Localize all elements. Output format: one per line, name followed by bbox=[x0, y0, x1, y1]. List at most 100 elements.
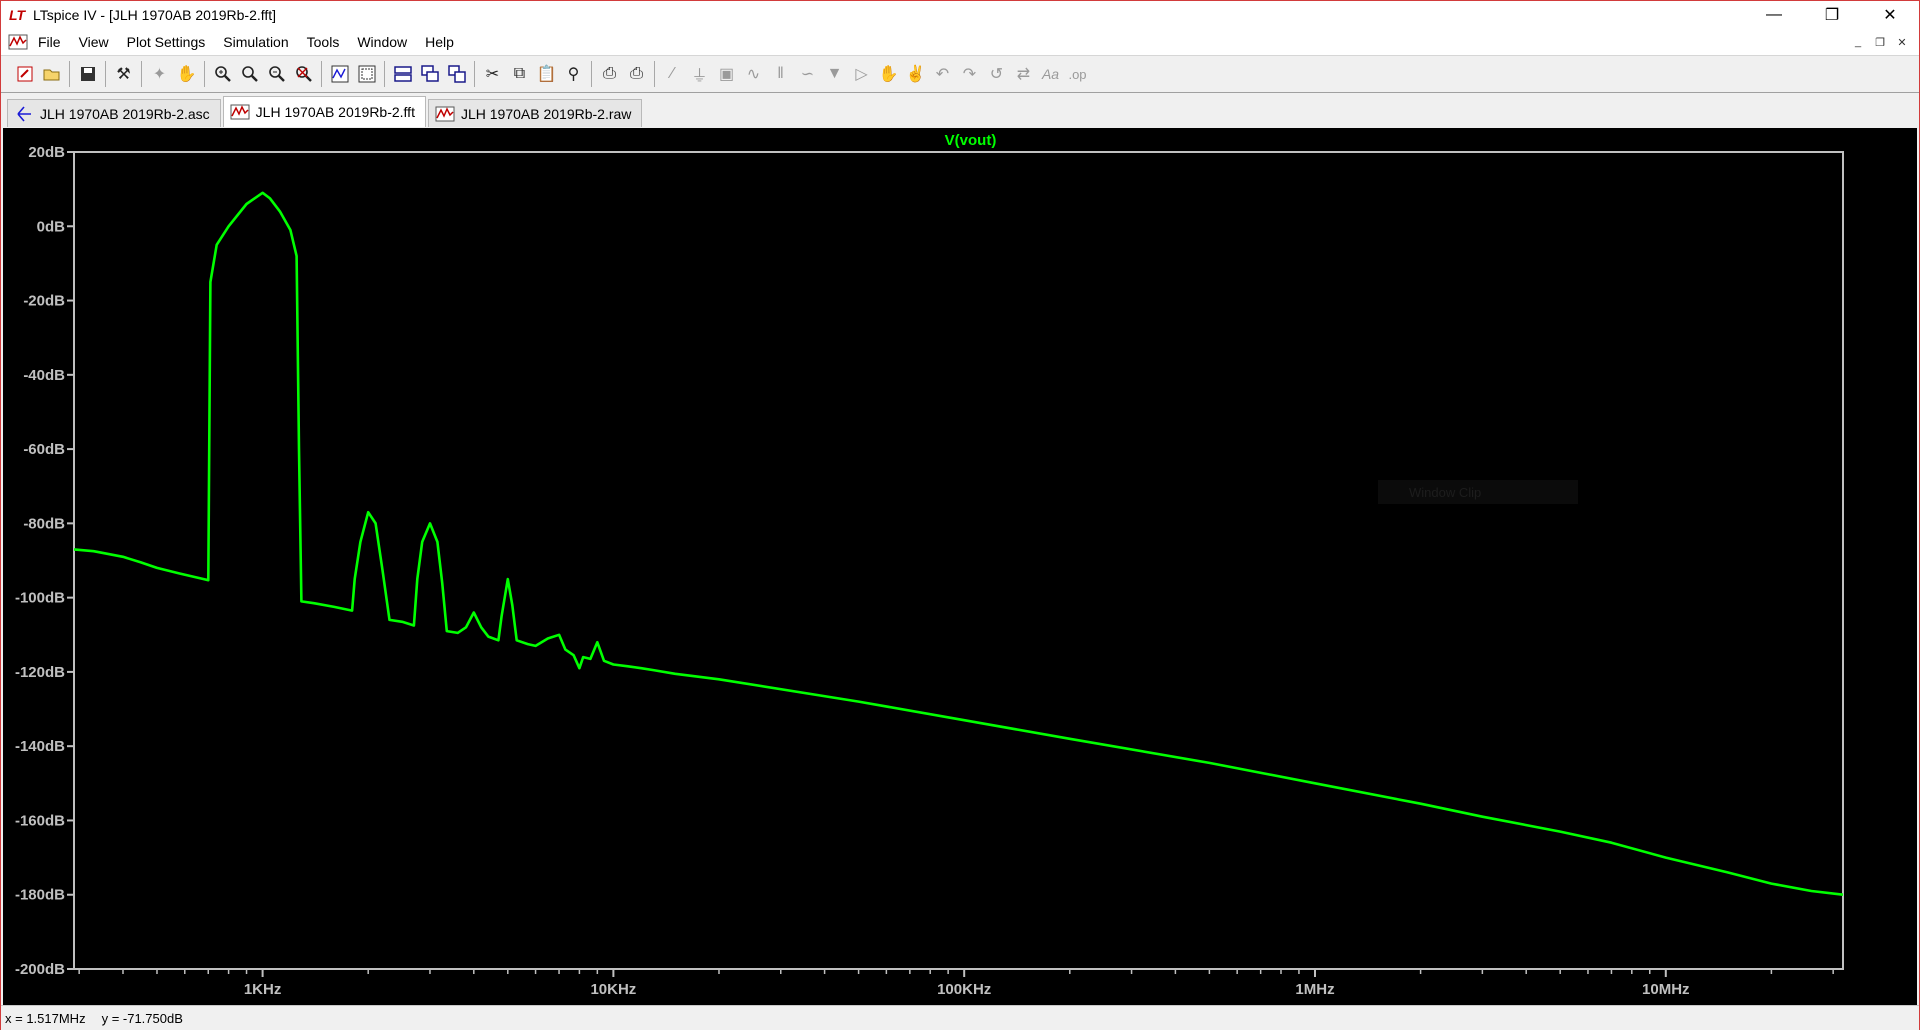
menu-tools[interactable]: Tools bbox=[298, 29, 349, 55]
open-icon[interactable] bbox=[38, 61, 65, 88]
fft-chart[interactable]: 20dB 0dB -20dB -40dB -60dB -80dB -100dB -120dB -… bbox=[3, 128, 1917, 1005]
toolbar: ⚒ ✦ ✋ ✂ ⧉ 📋 ⚲ ⎙ ⎙ ∕ ⏚ ▣ ∿ ‖ ∽ ▼ ▷ ✋ ✌ ↶ bbox=[1, 55, 1919, 93]
tab-label: JLH 1970AB 2019Rb-2.fft bbox=[255, 104, 415, 120]
copy-icon[interactable]: ⧉ bbox=[506, 61, 533, 88]
tab-raw[interactable]: JLH 1970AB 2019Rb-2.raw bbox=[427, 99, 643, 127]
diode-icon[interactable]: ▼ bbox=[821, 61, 848, 88]
toolbar-separator bbox=[69, 61, 70, 87]
wire-icon[interactable]: ∕ bbox=[659, 61, 686, 88]
halt-icon[interactable]: ✋ bbox=[173, 61, 200, 88]
document-waveform-icon[interactable] bbox=[7, 33, 29, 51]
toolbar-separator bbox=[654, 61, 655, 87]
status-bar: x = 1.517MHz y = -71.750dB bbox=[1, 1005, 1919, 1030]
tab-fft[interactable]: JLH 1970AB 2019Rb-2.fft bbox=[222, 96, 426, 127]
redo-icon[interactable]: ↷ bbox=[956, 61, 983, 88]
menu-window[interactable]: Window bbox=[348, 29, 416, 55]
zoom-in-icon[interactable] bbox=[209, 61, 236, 88]
zoom-area-icon[interactable] bbox=[236, 61, 263, 88]
y-tick-label: -160dB bbox=[15, 812, 65, 829]
cursor-y-readout: y = -71.750dB bbox=[101, 1010, 183, 1026]
cut-icon[interactable]: ✂ bbox=[479, 61, 506, 88]
text-icon[interactable]: Aa bbox=[1037, 61, 1064, 88]
minimize-button[interactable]: — bbox=[1745, 1, 1803, 29]
x-tick-label: 10KHz bbox=[590, 981, 636, 998]
cascade-icon[interactable] bbox=[416, 61, 443, 88]
resistor-icon[interactable]: ∿ bbox=[740, 61, 767, 88]
save-icon[interactable] bbox=[74, 61, 101, 88]
y-tick-label: -140dB bbox=[15, 738, 65, 755]
paste-icon[interactable]: 📋 bbox=[533, 61, 560, 88]
watermark-window-clip: Window Clip bbox=[1378, 480, 1578, 504]
zoom-cancel-icon[interactable] bbox=[290, 61, 317, 88]
x-tick-label: 1MHz bbox=[1295, 981, 1334, 998]
undo-icon[interactable]: ↶ bbox=[929, 61, 956, 88]
tab-label: JLH 1970AB 2019Rb-2.asc bbox=[40, 105, 210, 122]
capacitor-icon[interactable]: ‖ bbox=[767, 61, 794, 88]
zoom-out-icon[interactable] bbox=[263, 61, 290, 88]
mdi-controls: _ ❐ ✕ bbox=[1847, 29, 1913, 55]
y-tick-label: -180dB bbox=[15, 887, 65, 904]
menu-simulation[interactable]: Simulation bbox=[214, 29, 297, 55]
toolbar-separator bbox=[204, 61, 205, 87]
trace-vout bbox=[73, 191, 1844, 896]
find-icon[interactable]: ⚲ bbox=[560, 61, 587, 88]
menu-help[interactable]: Help bbox=[416, 29, 463, 55]
mdi-close-button[interactable]: ✕ bbox=[1891, 36, 1913, 49]
x-tick-label: 100KHz bbox=[937, 981, 991, 998]
drag-icon[interactable]: ✌ bbox=[902, 61, 929, 88]
component-icon[interactable]: ▷ bbox=[848, 61, 875, 88]
cursor-x-readout: x = 1.517MHz bbox=[5, 1010, 86, 1026]
toolbar-separator bbox=[384, 61, 385, 87]
move-icon[interactable]: ✋ bbox=[875, 61, 902, 88]
waveform-plot-pane[interactable]: 20dB 0dB -20dB -40dB -60dB -80dB -100dB -120dB -… bbox=[3, 128, 1917, 1005]
menu-bar: File View Plot Settings Simulation Tools… bbox=[1, 29, 1919, 55]
new-schematic-icon[interactable] bbox=[11, 61, 38, 88]
tab-schematic[interactable]: JLH 1970AB 2019Rb-2.asc bbox=[7, 99, 221, 127]
print-icon[interactable]: ⎙ bbox=[623, 61, 650, 88]
label-icon[interactable]: ▣ bbox=[713, 61, 740, 88]
ground-icon[interactable]: ⏚ bbox=[686, 61, 713, 88]
close-button[interactable]: ✕ bbox=[1861, 1, 1919, 29]
toolbar-separator bbox=[591, 61, 592, 87]
autorange-icon[interactable] bbox=[326, 61, 353, 88]
inductor-icon[interactable]: ∽ bbox=[794, 61, 821, 88]
tile-vertical-icon[interactable] bbox=[443, 61, 470, 88]
zoom-fit-icon[interactable] bbox=[353, 61, 380, 88]
menu-view[interactable]: View bbox=[70, 29, 118, 55]
menu-file[interactable]: File bbox=[29, 29, 70, 55]
toolbar-separator bbox=[474, 61, 475, 87]
waveform-icon bbox=[230, 103, 250, 121]
y-tick-label: -60dB bbox=[23, 441, 65, 458]
mdi-minimize-button[interactable]: _ bbox=[1847, 36, 1869, 48]
document-tabs: JLH 1970AB 2019Rb-2.asc JLH 1970AB 2019R… bbox=[1, 93, 1919, 127]
window-controls: — ❐ ✕ bbox=[1745, 1, 1919, 29]
run-icon[interactable]: ✦ bbox=[146, 61, 173, 88]
toolbar-separator bbox=[141, 61, 142, 87]
y-tick-label: -80dB bbox=[23, 515, 65, 532]
y-tick-label: -40dB bbox=[23, 367, 65, 384]
trace-label-vout[interactable]: V(vout) bbox=[945, 132, 997, 149]
x-tick-label: 10MHz bbox=[1642, 981, 1690, 998]
plot-frame bbox=[73, 151, 1844, 970]
menu-plot-settings[interactable]: Plot Settings bbox=[118, 29, 215, 55]
app-window: LT LTspice IV - [JLH 1970AB 2019Rb-2.fft… bbox=[0, 0, 1920, 1030]
mdi-restore-button[interactable]: ❐ bbox=[1869, 36, 1891, 49]
y-tick-label: -100dB bbox=[15, 590, 65, 607]
y-tick-label: -200dB bbox=[15, 961, 65, 978]
toolbar-separator bbox=[321, 61, 322, 87]
toolbar-separator bbox=[105, 61, 106, 87]
spice-directive-icon[interactable]: .op bbox=[1064, 61, 1091, 88]
tab-label: JLH 1970AB 2019Rb-2.raw bbox=[460, 105, 632, 122]
print-preview-icon[interactable]: ⎙ bbox=[596, 61, 623, 88]
mirror-icon[interactable]: ⇄ bbox=[1010, 61, 1037, 88]
x-axis: 1KHz 10KHz 100KHz 1MHz 10MHz bbox=[78, 969, 1834, 998]
y-tick-label: -120dB bbox=[15, 664, 65, 681]
tile-horizontal-icon[interactable] bbox=[389, 61, 416, 88]
rotate-icon[interactable]: ↺ bbox=[983, 61, 1010, 88]
restore-button[interactable]: ❐ bbox=[1803, 1, 1861, 29]
title-bar: LT LTspice IV - [JLH 1970AB 2019Rb-2.fft… bbox=[1, 1, 1919, 29]
y-tick-label: 20dB bbox=[28, 144, 65, 161]
schematic-icon bbox=[14, 105, 34, 123]
control-panel-icon[interactable]: ⚒ bbox=[110, 61, 137, 88]
ltspice-logo-icon: LT bbox=[9, 7, 26, 23]
